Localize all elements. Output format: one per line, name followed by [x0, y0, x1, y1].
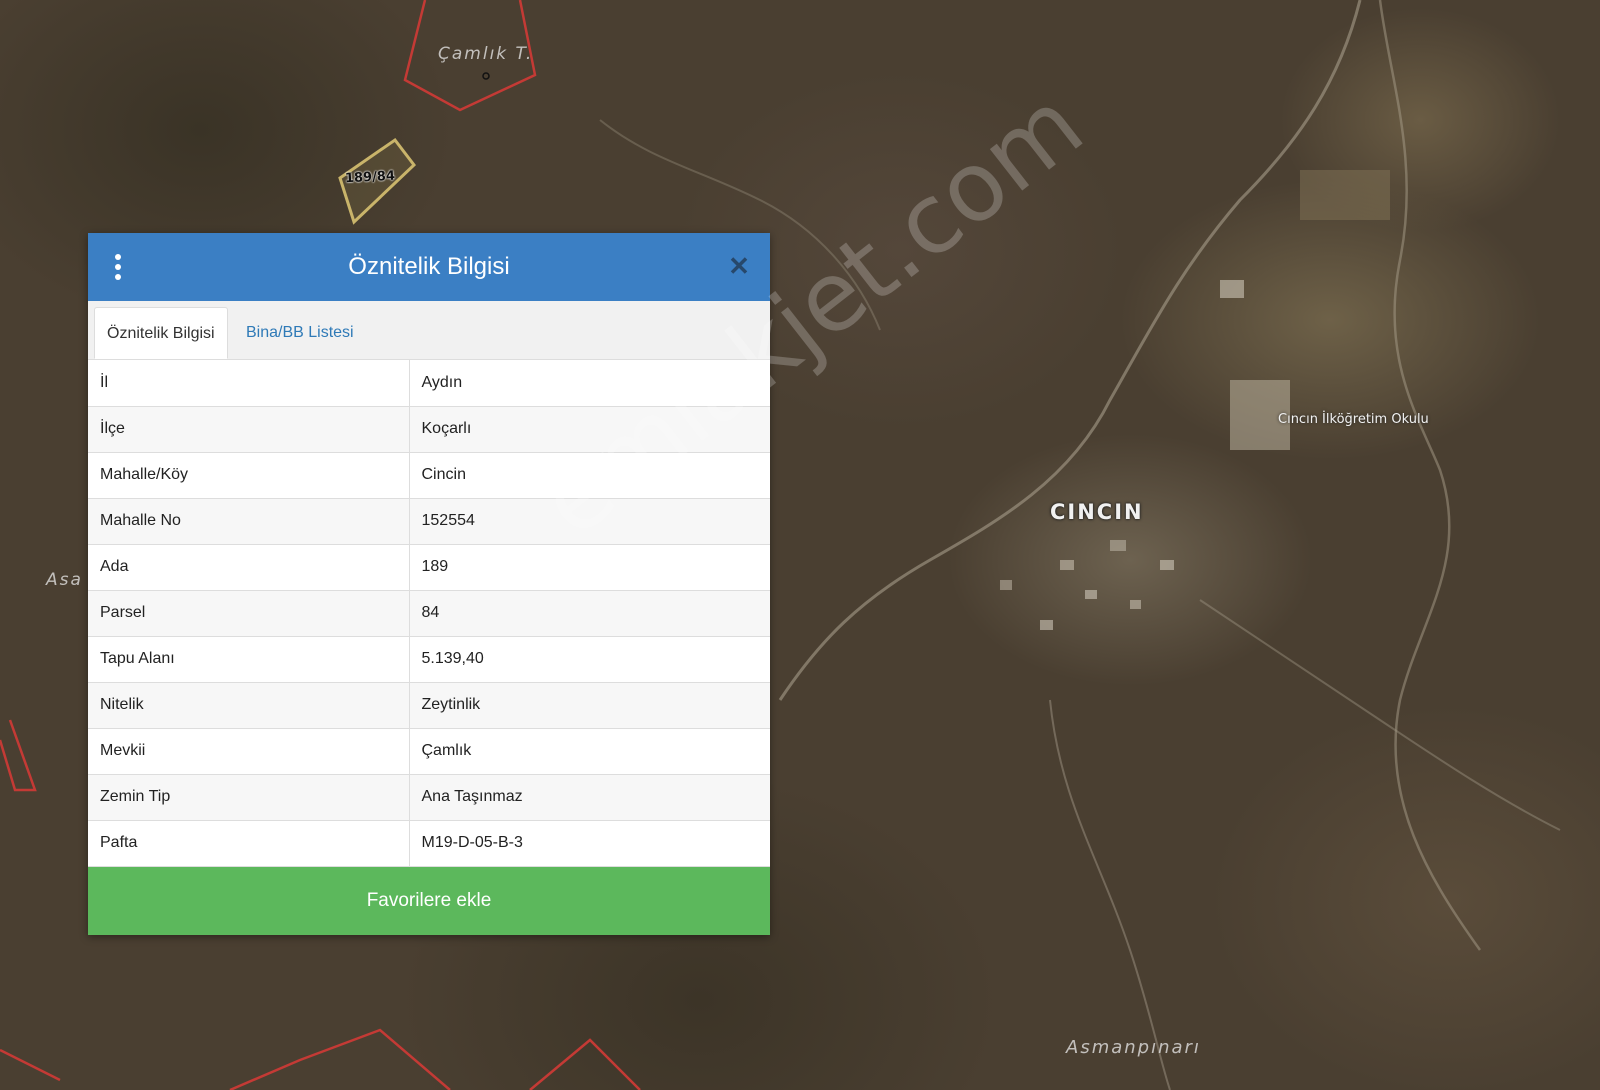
tab-bar: Öznitelik Bilgisi Bina/BB Listesi — [88, 301, 770, 360]
row-key: Mahalle/Köy — [88, 452, 410, 499]
row-key: İl — [88, 360, 410, 407]
close-icon[interactable]: ✕ — [726, 253, 752, 279]
kebab-menu-icon[interactable] — [114, 254, 122, 280]
row-key: Nitelik — [88, 682, 410, 729]
attribute-popup: Öznitelik Bilgisi ✕ Öznitelik Bilgisi Bi… — [88, 233, 770, 935]
parcel-label: 189/84 — [344, 168, 396, 187]
map-label-camlik: Çamlık T. — [438, 44, 534, 64]
row-value: Ana Taşınmaz — [409, 774, 770, 821]
map-label-asmanpinari: Asmanpınarı — [1066, 1037, 1201, 1058]
row-value: 84 — [409, 590, 770, 637]
row-value: 5.139,40 — [409, 636, 770, 683]
row-key: Zemin Tip — [88, 774, 410, 821]
table-row: Tapu Alanı 5.139,40 — [88, 636, 770, 683]
map-label-village: CINCIN — [1050, 500, 1144, 524]
row-key: Pafta — [88, 820, 410, 867]
table-row: İl Aydın — [88, 360, 770, 407]
table-row: Ada 189 — [88, 544, 770, 591]
row-value: M19-D-05-B-3 — [409, 820, 770, 867]
table-row: Parsel 84 — [88, 590, 770, 637]
popup-title: Öznitelik Bilgisi — [348, 253, 510, 280]
village-buildings — [1000, 170, 1390, 630]
table-row: Mevkii Çamlık — [88, 728, 770, 775]
boundary-line — [0, 719, 37, 792]
row-value: Çamlık — [409, 728, 770, 775]
table-row: İlçe Koçarlı — [88, 406, 770, 453]
peak-marker — [482, 72, 490, 80]
table-row: Zemin Tip Ana Taşınmaz — [88, 774, 770, 821]
add-to-favorites-button[interactable]: Favorilere ekle — [88, 866, 770, 935]
row-key: İlçe — [88, 406, 410, 453]
road — [1049, 699, 1171, 1090]
row-key: Mevkii — [88, 728, 410, 775]
row-value: 152554 — [409, 498, 770, 545]
tab-building-list[interactable]: Bina/BB Listesi — [234, 307, 366, 359]
attribute-table: İl Aydın İlçe Koçarlı Mahalle/Köy Cincin Ma… — [88, 360, 770, 867]
row-value: Aydın — [409, 360, 770, 407]
row-key: Mahalle No — [88, 498, 410, 545]
row-value: Cincin — [409, 452, 770, 499]
road — [1378, 0, 1482, 951]
map-label-school: Cıncın İlköğretim Okulu — [1278, 412, 1429, 427]
row-key: Parsel — [88, 590, 410, 637]
table-row: Mahalle/Köy Cincin — [88, 452, 770, 499]
map-label-asa: Asa — [46, 570, 83, 590]
road — [1199, 599, 1561, 831]
boundary-line — [0, 1028, 641, 1090]
table-row: Mahalle No 152554 — [88, 498, 770, 545]
road — [778, 0, 1362, 701]
row-value: Zeytinlik — [409, 682, 770, 729]
row-key: Ada — [88, 544, 410, 591]
table-row: Pafta M19-D-05-B-3 — [88, 820, 770, 867]
popup-header: Öznitelik Bilgisi ✕ — [88, 233, 770, 301]
table-row: Nitelik Zeytinlik — [88, 682, 770, 729]
row-value: 189 — [409, 544, 770, 591]
row-value: Koçarlı — [409, 406, 770, 453]
row-key: Tapu Alanı — [88, 636, 410, 683]
tab-attribute-info[interactable]: Öznitelik Bilgisi — [94, 307, 228, 359]
